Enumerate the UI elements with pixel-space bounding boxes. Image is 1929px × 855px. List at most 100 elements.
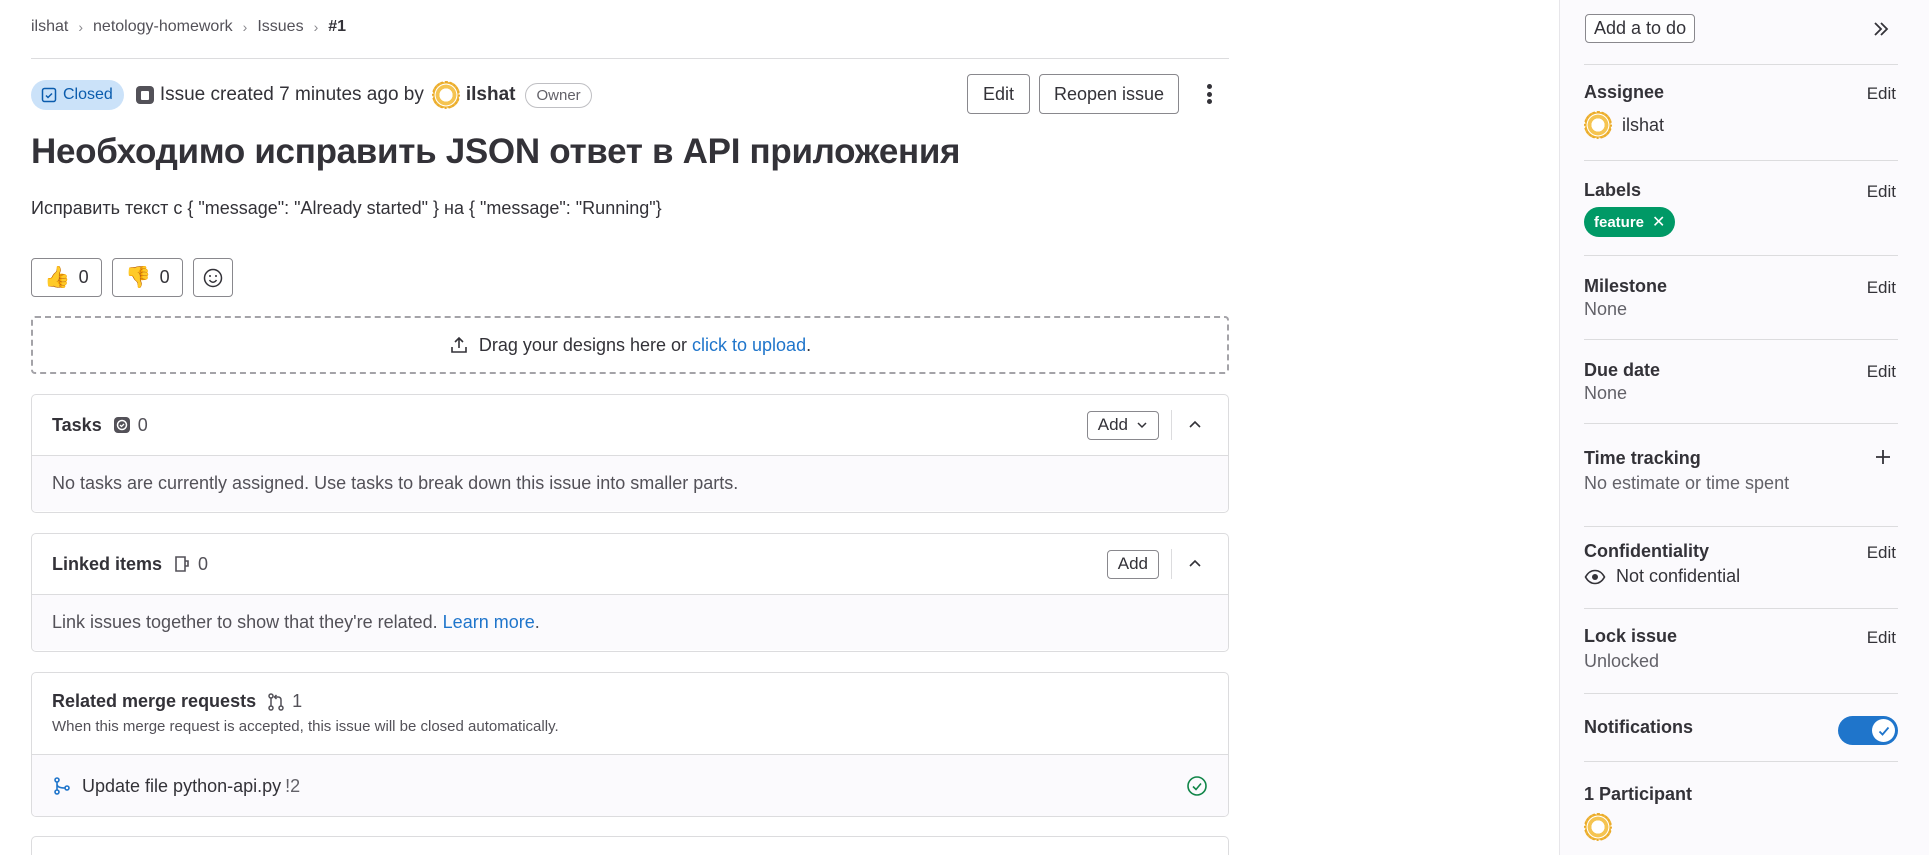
merge-requests-subtitle: When this merge request is accepted, thi… (52, 718, 559, 735)
participants-label: 1 Participant (1584, 784, 1693, 804)
upload-link[interactable]: click to upload (692, 335, 806, 355)
avatar[interactable] (1584, 111, 1612, 139)
time-tracking-label: Time tracking (1584, 448, 1701, 468)
confidentiality-edit-button[interactable]: Edit (1867, 543, 1896, 563)
collapse-sidebar-icon[interactable] (1870, 18, 1892, 40)
edit-button[interactable]: Edit (967, 74, 1030, 114)
lock-issue-edit-button[interactable]: Edit (1867, 628, 1896, 648)
thumbsup-count: 0 (78, 267, 89, 287)
upload-icon (451, 336, 467, 353)
lock-issue-section: Lock issue Edit Unlocked (1584, 626, 1898, 694)
linked-empty-text: Link issues together to show that they'r… (52, 612, 438, 632)
chevron-down-icon (1137, 422, 1147, 429)
list-item[interactable]: Update file python-api.py !2 (32, 755, 1228, 816)
task-icon (113, 417, 130, 433)
add-reaction-button[interactable] (193, 258, 233, 297)
lock-issue-label: Lock issue (1584, 626, 1678, 646)
milestone-label: Milestone (1584, 276, 1668, 296)
chevron-up-icon (1189, 420, 1201, 428)
closed-issue-icon (41, 87, 57, 103)
tasks-title: Tasks (52, 414, 102, 435)
merge-requests-title: Related merge requests (52, 691, 257, 711)
assignee-edit-button[interactable]: Edit (1867, 84, 1896, 104)
breadcrumb-user[interactable]: ilshat (31, 18, 68, 36)
tasks-empty-text: No tasks are currently assigned. Use tas… (32, 456, 1228, 511)
upload-suffix: . (806, 334, 812, 355)
collapse-tasks-button[interactable] (1182, 412, 1208, 438)
close-icon[interactable]: ✕ (1652, 212, 1665, 232)
linked-items-count-value: 0 (198, 553, 209, 574)
merge-request-title[interactable]: Update file python-api.py (82, 776, 281, 797)
tasks-card: Tasks 0 Add No tasks are currently assig… (31, 394, 1229, 513)
due-date-value: None (1584, 383, 1628, 403)
reopen-issue-button[interactable]: Reopen issue (1039, 74, 1179, 114)
milestone-edit-button[interactable]: Edit (1867, 278, 1896, 298)
add-todo-button[interactable]: Add a to do (1585, 14, 1696, 43)
chevron-right-icon: › (313, 19, 319, 35)
due-date-edit-button[interactable]: Edit (1867, 362, 1896, 382)
labels-label: Labels (1584, 180, 1642, 200)
kebab-menu-icon[interactable] (1198, 80, 1220, 108)
confidentiality-label: Confidentiality (1584, 541, 1709, 561)
confidentiality-section: Confidentiality Edit Not confidential (1584, 541, 1898, 609)
milestone-section: Milestone Edit None (1584, 276, 1898, 340)
issue-meta: Issue created 7 minutes ago by (159, 84, 424, 105)
merge-request-ref: !2 (285, 775, 301, 796)
upload-text: Drag your designs here or (478, 334, 687, 355)
merge-request-icon (268, 692, 284, 711)
thumbsdown-button[interactable]: 👎 0 (112, 258, 183, 297)
chevron-right-icon: › (78, 19, 84, 35)
link-icon (175, 556, 189, 572)
thumbsdown-count: 0 (159, 267, 170, 287)
time-tracking-section: Time tracking No estimate or time spent (1584, 448, 1898, 527)
linked-items-card: Linked items 0 Add Link issues together … (31, 533, 1229, 652)
label-feature[interactable]: feature ✕ (1584, 207, 1676, 237)
collapse-linked-button[interactable] (1182, 551, 1208, 577)
linked-items-empty: Link issues together to show that they'r… (32, 595, 1228, 650)
breadcrumb-issues[interactable]: Issues (257, 18, 303, 36)
label-text: feature (1594, 213, 1645, 231)
add-task-button[interactable]: Add (1086, 410, 1159, 440)
tasks-count-value: 0 (137, 414, 148, 435)
linked-items-count: 0 (172, 554, 208, 575)
time-tracking-value: No estimate or time spent (1584, 473, 1790, 493)
plus-icon[interactable] (1874, 448, 1892, 466)
check-circle-icon (1187, 776, 1207, 796)
linked-suffix: . (534, 612, 540, 632)
assignee-name[interactable]: ilshat (1622, 115, 1664, 136)
due-date-label: Due date (1584, 360, 1661, 380)
milestone-value: None (1584, 299, 1628, 319)
assignee-section: Assignee Edit ilshat (1584, 82, 1898, 161)
thumbsup-button[interactable]: 👍 0 (31, 258, 102, 297)
owner-badge: Owner (525, 82, 592, 108)
lock-issue-value: Unlocked (1584, 651, 1660, 671)
participants-section: 1 Participant (1584, 784, 1898, 855)
issue-header: Closed Issue created 7 minutes ago by il… (31, 80, 592, 110)
due-date-section: Due date Edit None (1584, 360, 1898, 424)
tasks-count: 0 (112, 415, 148, 436)
avatar[interactable] (1584, 813, 1612, 841)
assignee-label: Assignee (1584, 82, 1665, 102)
labels-edit-button[interactable]: Edit (1867, 182, 1896, 202)
add-task-label: Add (1097, 415, 1128, 434)
author-link[interactable]: ilshat (466, 84, 516, 106)
notifications-toggle[interactable] (1838, 716, 1898, 745)
add-linked-item-button[interactable]: Add (1106, 549, 1159, 579)
header-divider (31, 58, 1229, 59)
breadcrumb: ilshat › netology-homework › Issues › #1 (31, 18, 346, 36)
thumbsup-icon: 👍 (44, 266, 71, 289)
learn-more-link[interactable]: Learn more (443, 612, 535, 633)
avatar[interactable] (431, 81, 460, 109)
check-icon (1878, 726, 1889, 736)
activity-card (31, 836, 1229, 855)
status-badge: Closed (31, 80, 124, 110)
breadcrumb-project[interactable]: netology-homework (93, 18, 233, 36)
related-merge-requests-card: Related merge requests 1 When this merge… (31, 672, 1229, 817)
merge-requests-count: 1 (266, 691, 302, 712)
issue-description: Исправить текст с { "message": "Already … (31, 198, 662, 218)
design-upload-dropzone[interactable]: Drag your designs here or click to uploa… (31, 316, 1229, 374)
branch-icon (54, 777, 70, 795)
linked-items-title: Linked items (52, 553, 163, 574)
status-text: Closed (63, 86, 113, 103)
breadcrumb-current[interactable]: #1 (328, 18, 346, 36)
